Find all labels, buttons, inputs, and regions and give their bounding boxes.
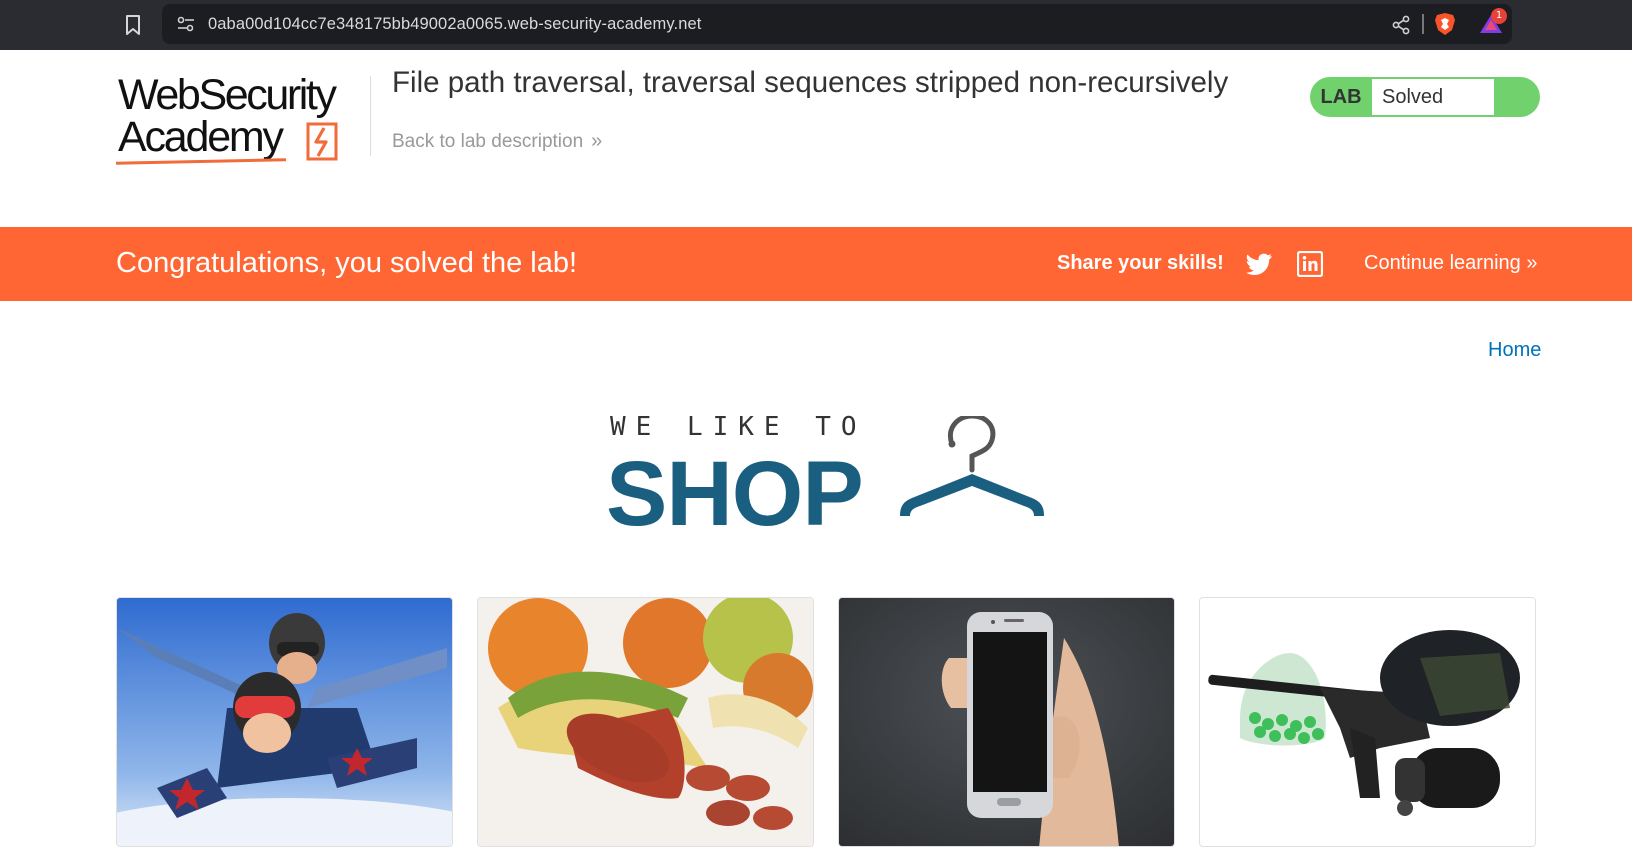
continue-learning-label: Continue learning (1364, 252, 1521, 274)
product-image-sausage-banana (478, 598, 813, 846)
product-card[interactable] (477, 597, 814, 847)
solved-banner: Congratulations, you solved the lab! Sha… (0, 227, 1632, 301)
home-link[interactable]: Home (1488, 339, 1541, 362)
product-image-paintball-gun (1200, 598, 1535, 846)
toolbar-divider (1422, 14, 1424, 34)
browser-toolbar: 0aba00d104cc7e348175bb49002a0065.web-sec… (0, 0, 1632, 50)
double-chevron-right-icon: » (1526, 252, 1538, 274)
bookmark-icon[interactable] (120, 12, 146, 38)
double-chevron-right-icon: » (591, 130, 603, 152)
shop-word: SHOP (606, 443, 864, 545)
shop-tagline: WE LIKE TO (610, 412, 867, 442)
url-text[interactable]: 0aba00d104cc7e348175bb49002a0065.web-sec… (208, 15, 701, 34)
product-image-skydivers (117, 598, 452, 846)
lab-tag: LAB (1320, 86, 1362, 108)
web-security-academy-logo[interactable]: WebSecurity Academy (115, 71, 368, 170)
continue-learning-link[interactable]: Continue learning » (1364, 252, 1537, 275)
we-like-to-shop-logo: WE LIKE TO SHOP (606, 412, 1052, 540)
product-card[interactable] (116, 597, 453, 847)
share-skills-label: Share your skills! (1057, 252, 1224, 274)
product-card[interactable] (838, 597, 1175, 847)
back-link-label: Back to lab description (392, 131, 584, 152)
lab-status-widget: LAB Solved (1310, 77, 1540, 117)
product-image-smartphone (839, 598, 1174, 846)
header-divider (370, 76, 371, 156)
logo-lightning-icon (306, 122, 338, 161)
share-icon[interactable] (1390, 14, 1412, 36)
product-card[interactable] (1199, 597, 1536, 847)
lab-title: File path traversal, traversal sequences… (392, 66, 1229, 99)
hanger-icon (900, 416, 1044, 516)
site-settings-icon[interactable] (176, 15, 196, 33)
notification-badge: 1 (1491, 8, 1507, 24)
logo-line-1: WebSecurity (118, 71, 337, 119)
back-to-lab-description-link[interactable]: Back to lab description » (392, 130, 602, 153)
linkedin-icon[interactable] (1296, 250, 1324, 278)
logo-line-2: Academy (118, 113, 284, 161)
twitter-icon[interactable] (1246, 251, 1274, 277)
lab-status-value: Solved (1372, 79, 1494, 115)
address-bar[interactable]: 0aba00d104cc7e348175bb49002a0065.web-sec… (162, 4, 1512, 44)
brave-shields-icon[interactable] (1434, 12, 1456, 36)
congratulations-message: Congratulations, you solved the lab! (116, 247, 578, 279)
